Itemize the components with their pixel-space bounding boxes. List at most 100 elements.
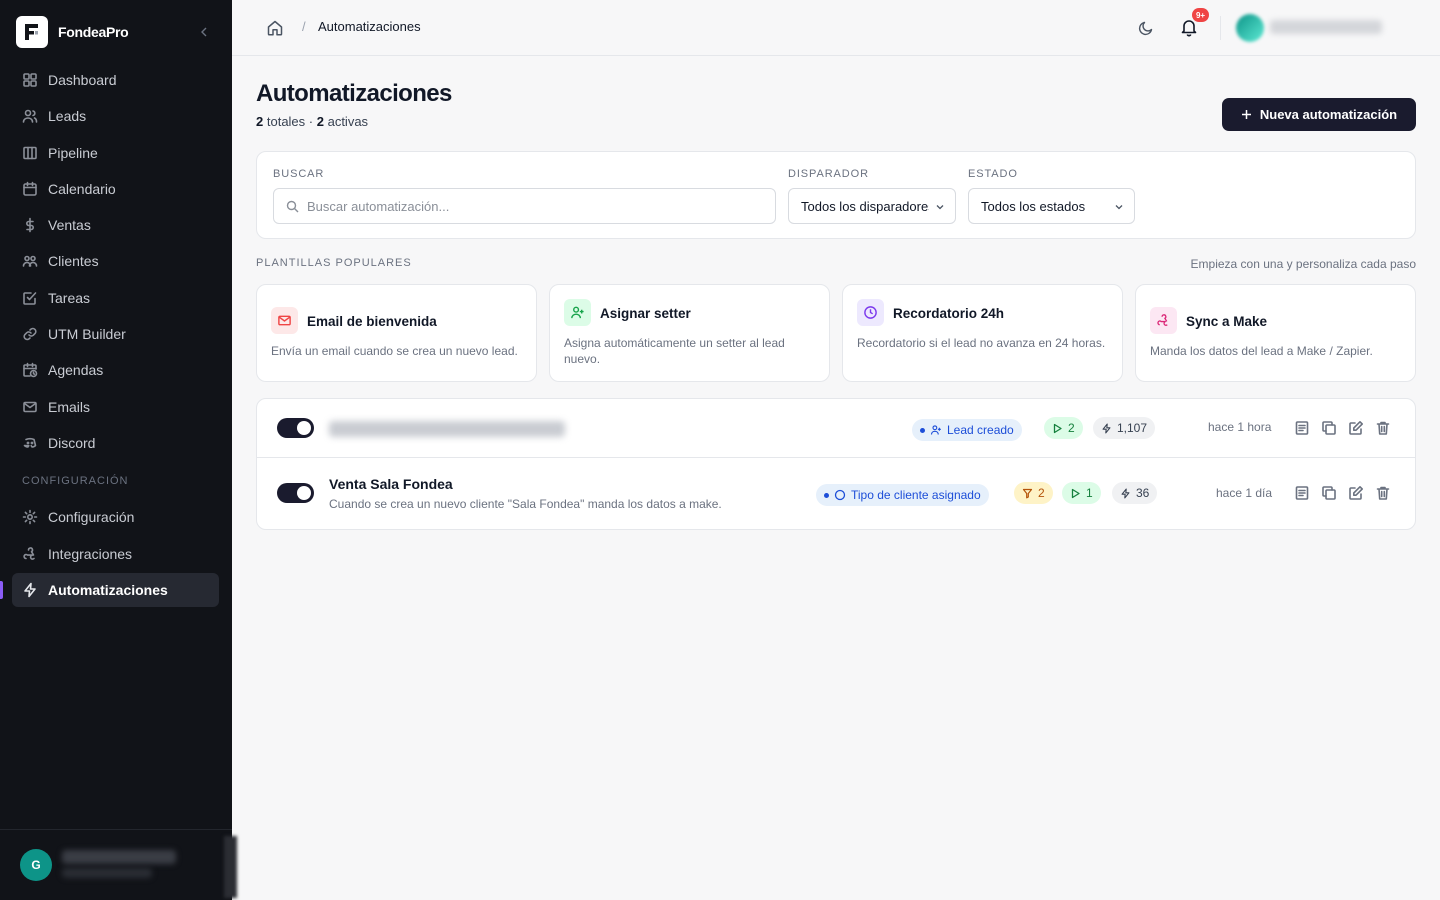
sidebar-item-dashboard[interactable]: Dashboard — [12, 63, 219, 97]
delete-button[interactable] — [1375, 420, 1391, 436]
edit-button[interactable] — [1348, 420, 1364, 436]
play-icon — [1053, 423, 1062, 433]
sidebar-item-label: Configuración — [48, 509, 135, 526]
zap-icon — [24, 582, 36, 598]
sidebar-item-leads[interactable]: Leads — [12, 99, 219, 133]
status-select[interactable]: Todos los estados — [968, 188, 1135, 224]
actions-count: 2 — [1068, 421, 1075, 435]
runs-count: 1,107 — [1117, 421, 1148, 435]
template-card-email-bienvenida[interactable]: Email de bienvenida Envía un email cuand… — [256, 284, 537, 382]
trash-icon — [1376, 486, 1390, 500]
sidebar-item-integraciones[interactable]: Integraciones — [12, 537, 219, 571]
sidebar-user[interactable]: G — [0, 829, 232, 900]
active-count: 2 — [316, 114, 324, 129]
trigger-select[interactable]: Todos los disparadores — [788, 188, 956, 224]
automation-name: Venta Sala Fondea — [329, 476, 453, 492]
status-label: ESTADO — [968, 168, 1018, 180]
logs-icon — [1295, 421, 1309, 435]
automation-desc: Cuando se crea un nuevo cliente "Sala Fo… — [329, 497, 722, 511]
sidebar-item-label: Leads — [48, 108, 87, 125]
sidebar-item-agendas[interactable]: Agendas — [12, 353, 219, 387]
sidebar-item-clientes[interactable]: Clientes — [12, 244, 219, 278]
plus-icon — [1241, 110, 1251, 119]
home-icon[interactable] — [266, 19, 284, 37]
link-icon — [23, 327, 37, 341]
moon-icon[interactable] — [1137, 19, 1155, 37]
total-count: 2 — [256, 114, 264, 129]
user-avatar[interactable] — [1236, 14, 1264, 42]
sidebar-item-pipeline[interactable]: Pipeline — [12, 136, 219, 170]
filters-count-badge: 2 — [1014, 482, 1053, 504]
duplicate-button[interactable] — [1321, 485, 1337, 501]
templates-label: PLANTILLAS POPULARES — [256, 257, 412, 269]
trigger-label: DISPARADOR — [788, 168, 869, 180]
template-card-recordatorio-24h[interactable]: Recordatorio 24h Recordatorio si el lead… — [842, 284, 1123, 382]
sidebar-item-label: Ventas — [48, 217, 91, 234]
sidebar-item-configuracion[interactable]: Configuración — [12, 500, 219, 534]
sidebar-item-utm-builder[interactable]: UTM Builder — [12, 317, 219, 351]
avatar: G — [20, 849, 52, 881]
users-icon — [22, 109, 38, 124]
template-title: Sync a Make — [1186, 314, 1268, 329]
tasks-icon — [23, 291, 37, 305]
logs-icon — [1295, 486, 1309, 500]
sidebar-item-automatizaciones[interactable]: Automatizaciones — [0, 572, 219, 607]
user-email-redacted — [62, 868, 152, 878]
delete-button[interactable] — [1375, 485, 1391, 501]
sidebar-item-label: Tareas — [48, 289, 91, 306]
automation-toggle[interactable] — [277, 418, 314, 438]
zap-icon — [1121, 487, 1130, 499]
sidebar-resize-handle[interactable] — [224, 836, 237, 898]
new-automation-button[interactable]: Nueva automatización — [1222, 98, 1416, 131]
automation-row[interactable]: Lead creado 2 1,107 hace 1 hora — [257, 399, 1415, 458]
edit-icon — [1349, 421, 1363, 435]
circle-icon — [834, 489, 846, 501]
last-run-time: hace 1 día — [1216, 486, 1273, 500]
search-field[interactable] — [273, 188, 776, 224]
sidebar-item-discord[interactable]: Discord — [12, 426, 219, 460]
sidebar-item-label: Automatizaciones — [48, 581, 168, 598]
user-plus-icon — [564, 299, 591, 326]
runs-count: 36 — [1136, 486, 1150, 500]
sidebar-item-ventas[interactable]: Ventas — [12, 208, 219, 242]
clock-icon — [857, 299, 884, 326]
gear-icon — [22, 509, 38, 525]
status-select-value: Todos los estados — [981, 198, 1086, 214]
trash-icon — [1376, 421, 1390, 435]
new-automation-label: Nueva automatización — [1259, 107, 1398, 122]
topbar: / Automatizaciones 9+ — [232, 0, 1440, 56]
dashboard-icon — [23, 73, 37, 87]
zap-icon — [1102, 422, 1111, 434]
discord-icon — [23, 437, 37, 448]
webhook-icon — [23, 546, 35, 560]
sidebar-item-label: Emails — [48, 398, 91, 415]
trigger-select-value: Todos los disparadores — [801, 198, 929, 214]
sidebar-item-tareas[interactable]: Tareas — [12, 281, 219, 315]
automation-toggle[interactable] — [277, 483, 314, 503]
duplicate-button[interactable] — [1321, 420, 1337, 436]
copy-icon — [1322, 421, 1336, 435]
template-title: Asignar setter — [600, 306, 691, 321]
template-card-asignar-setter[interactable]: Asignar setter Asigna automáticamente un… — [549, 284, 830, 382]
columns-icon — [23, 146, 37, 159]
template-card-sync-make[interactable]: Sync a Make Manda los datos del lead a M… — [1135, 284, 1416, 382]
edit-button[interactable] — [1348, 485, 1364, 501]
sidebar-item-calendario[interactable]: Calendario — [12, 172, 219, 206]
brand[interactable]: FondeaPro — [16, 16, 129, 48]
sidebar-item-emails[interactable]: Emails — [12, 390, 219, 424]
copy-icon — [1322, 486, 1336, 500]
trigger-badge: Lead creado — [912, 419, 1022, 441]
search-icon — [286, 200, 299, 212]
automation-row[interactable]: Venta Sala Fondea Cuando se crea un nuev… — [257, 458, 1415, 529]
chevron-down-icon — [936, 205, 944, 210]
mail-icon — [23, 401, 37, 412]
logs-button[interactable] — [1294, 420, 1310, 436]
dollar-icon — [26, 217, 34, 233]
total-label: totales · — [266, 114, 314, 129]
logs-button[interactable] — [1294, 485, 1310, 501]
search-input[interactable] — [307, 198, 747, 214]
notification-badge: 9+ — [1192, 8, 1209, 22]
collapse-sidebar-button[interactable] — [196, 22, 212, 42]
calendar-icon — [23, 181, 37, 196]
page-subtitle: 2 totales · 2 activas — [256, 114, 368, 129]
